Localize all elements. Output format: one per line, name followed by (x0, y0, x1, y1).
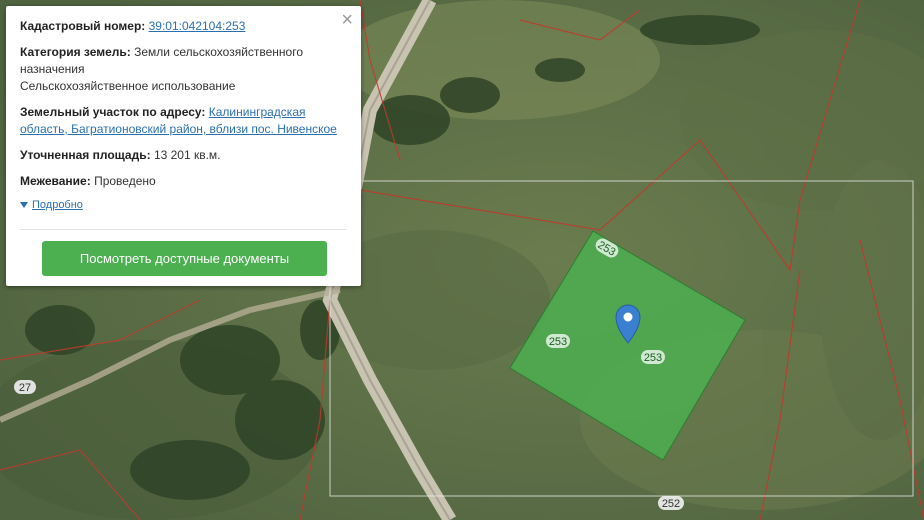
address-label: Земельный участок по адресу: (20, 105, 206, 119)
area-row: Уточненная площадь: 13 201 кв.м. (20, 147, 347, 164)
land-usage-value: Сельскохозяйственное использование (20, 79, 236, 93)
cadastral-number-link[interactable]: 39:01:042104:253 (149, 19, 246, 33)
cadastral-number-label: Кадастровый номер: (20, 19, 146, 33)
road-label: 27 (14, 380, 36, 394)
survey-label: Межевание: (20, 174, 91, 188)
svg-text:253: 253 (644, 352, 662, 364)
area-label: Уточненная площадь: (20, 148, 151, 162)
close-icon[interactable]: × (341, 10, 353, 30)
svg-text:27: 27 (19, 382, 31, 394)
parcel-label: 253 (641, 350, 665, 364)
parcel-info-popup: × Кадастровый номер: 39:01:042104:253 Ка… (6, 6, 361, 286)
parcel-label: 253 (546, 334, 570, 348)
area-value: 13 201 кв.м. (153, 148, 221, 162)
svg-text:252: 252 (662, 498, 680, 510)
land-category-row: Категория земель: Земли сельскохозяйстве… (20, 44, 347, 95)
details-label: Подробно (32, 199, 83, 211)
svg-text:253: 253 (549, 336, 567, 348)
address-row: Земельный участок по адресу: Калининград… (20, 104, 347, 138)
details-toggle[interactable]: Подробно (20, 199, 347, 211)
road-label: 252 (658, 496, 684, 510)
land-category-label: Категория земель: (20, 45, 131, 59)
survey-value: Проведено (94, 174, 156, 188)
view-documents-button[interactable]: Посмотреть доступные документы (42, 241, 327, 276)
survey-row: Межевание: Проведено (20, 173, 347, 190)
triangle-down-icon (20, 202, 28, 208)
cadastral-number-row: Кадастровый номер: 39:01:042104:253 (20, 18, 347, 35)
divider (20, 229, 347, 230)
